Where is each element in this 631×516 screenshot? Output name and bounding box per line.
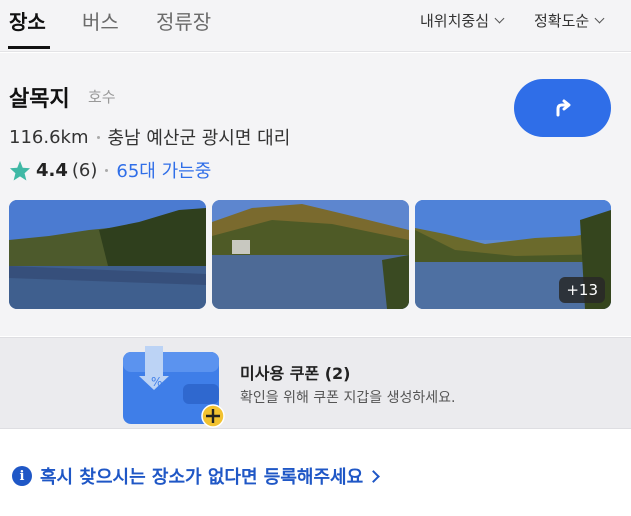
- chevron-down-icon: [594, 13, 605, 24]
- place-info-line: 116.6km 충남 예산군 광시면 대리: [9, 124, 290, 150]
- sort-dropdown[interactable]: 정확도순: [534, 10, 605, 31]
- place-name[interactable]: 살목지: [9, 81, 70, 113]
- review-count[interactable]: (6): [72, 160, 98, 181]
- tab-places[interactable]: 장소: [9, 6, 46, 35]
- place-photo[interactable]: [212, 200, 409, 309]
- visits-count[interactable]: 65대 가는중: [116, 157, 211, 183]
- tab-bus-stop[interactable]: 정류장: [156, 6, 211, 35]
- place-photo[interactable]: [9, 200, 206, 309]
- directions-arrow-icon: [556, 99, 570, 117]
- directions-button[interactable]: [514, 79, 611, 137]
- place-distance: 116.6km: [9, 126, 89, 148]
- more-photos-badge[interactable]: +13: [559, 277, 605, 303]
- location-filter-label: 내위치중심: [420, 12, 490, 30]
- search-tab-bar: 장소 버스 정류장 내위치중심 정확도순: [0, 0, 631, 52]
- active-tab-indicator: [8, 46, 50, 49]
- chevron-right-icon: [367, 469, 381, 483]
- register-place-text: 혹시 찾으시는 장소가 없다면 등록해주세요: [40, 467, 364, 488]
- info-icon: i: [12, 466, 32, 486]
- chevron-down-icon: [494, 13, 505, 24]
- photo-strip: +13: [9, 200, 611, 309]
- rating-line: 4.4 (6) 65대 가는중: [9, 157, 211, 183]
- register-place-section: i 혹시 찾으시는 장소가 없다면 등록해주세요: [0, 430, 631, 516]
- register-place-link[interactable]: i 혹시 찾으시는 장소가 없다면 등록해주세요: [12, 463, 381, 489]
- place-category: 호수: [88, 88, 116, 106]
- sort-label: 정확도순: [534, 12, 590, 30]
- place-result-card[interactable]: 살목지 호수 116.6km 충남 예산군 광시면 대리 4.4 (6) 65대…: [0, 53, 631, 336]
- coupon-subtitle: 확인을 위해 쿠폰 지갑을 생성하세요.: [240, 390, 456, 406]
- coupon-title: 미사용 쿠폰 (2): [240, 364, 351, 383]
- star-icon: [9, 160, 31, 181]
- tab-bus[interactable]: 버스: [82, 6, 119, 35]
- location-filter-dropdown[interactable]: 내위치중심: [420, 10, 505, 31]
- svg-text:%: %: [151, 375, 162, 389]
- place-photo[interactable]: +13: [415, 200, 611, 309]
- coupon-banner[interactable]: % 미사용 쿠폰 (2) 확인을 위해 쿠폰 지갑을 생성하세요.: [0, 337, 631, 429]
- place-address: 충남 예산군 광시면 대리: [107, 128, 291, 149]
- rating-value: 4.4: [36, 159, 68, 181]
- separator-dot: [105, 168, 109, 172]
- coupon-wallet-icon: %: [123, 346, 225, 428]
- separator-dot: [96, 135, 100, 139]
